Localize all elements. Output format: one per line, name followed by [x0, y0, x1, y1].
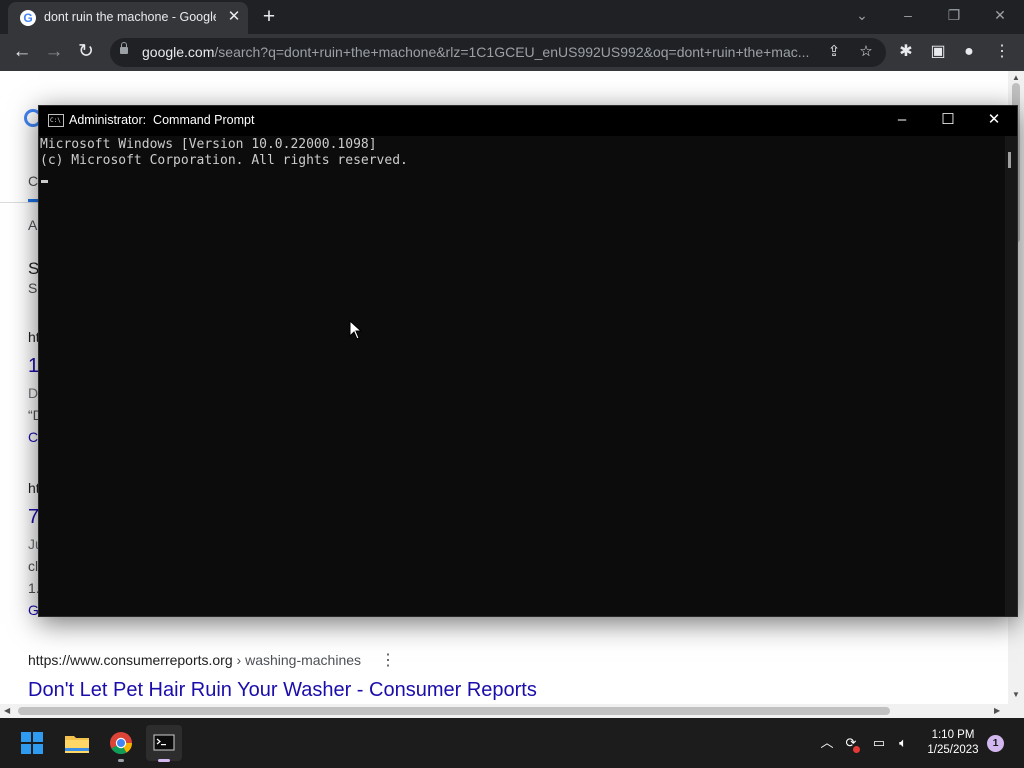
address-bar[interactable]: google.com/search?q=dont+ruin+the+machon… [110, 38, 886, 67]
windows-start-icon[interactable] [14, 725, 50, 761]
notification-badge[interactable]: 1 [987, 735, 1004, 752]
tab-title: dont ruin the machone - Google [44, 10, 216, 24]
scroll-up-icon[interactable]: ▲ [1012, 73, 1020, 82]
result-site: https://www.consumerreports.org [28, 652, 233, 668]
chevron-up-icon[interactable]: ︿ [818, 734, 836, 752]
cmd-scrollbar[interactable] [1005, 136, 1017, 616]
profile-icon[interactable]: ● [958, 41, 980, 63]
alert-dot [853, 746, 860, 753]
cmd-window-title: Administrator: Command Prompt [69, 113, 255, 127]
result-breadcrumb: › washing-machines [232, 652, 362, 668]
taskbar: ︿ ⟳ ▭ 🔈︎ 1:10 PM 1/25/2023 1 [0, 718, 1024, 768]
url-text[interactable]: google.com/search?q=dont+ruin+the+machon… [142, 44, 814, 60]
back-arrow-icon[interactable]: ← [9, 39, 35, 65]
terminal-icon[interactable] [146, 725, 182, 762]
mouse-pointer-icon [349, 320, 363, 340]
active-indicator [158, 759, 170, 762]
command-prompt-window[interactable]: C:\ Administrator: Command Prompt – ☐ ✕ … [38, 105, 1018, 617]
file-explorer-icon[interactable] [59, 725, 95, 761]
new-tab-button[interactable]: + [258, 6, 280, 28]
snippet-fragment: S [28, 280, 38, 296]
side-panel-icon[interactable]: ▣ [927, 41, 949, 63]
result-options-icon[interactable]: ⋮ [380, 650, 396, 670]
scroll-right-icon[interactable]: ▶ [994, 706, 1000, 715]
cmd-console[interactable]: Microsoft Windows [Version 10.0.22000.10… [39, 136, 1005, 616]
minimize-icon[interactable]: – [886, 0, 930, 32]
running-indicator [118, 759, 124, 762]
cmd-output: Microsoft Windows [Version 10.0.22000.10… [40, 137, 408, 168]
chrome-icon[interactable] [103, 725, 139, 762]
cmd-titlebar[interactable]: C:\ Administrator: Command Prompt – ☐ ✕ [39, 106, 1017, 136]
tab-search-chevron-icon[interactable]: ⌄ [840, 0, 884, 32]
page-horizontal-scrollbar[interactable]: ◀ ▶ [0, 704, 1024, 718]
scroll-thumb[interactable] [18, 707, 890, 715]
cmd-text-cursor [41, 180, 48, 183]
link-fragment[interactable]: C [28, 429, 38, 445]
restore-icon[interactable]: ❐ [932, 0, 976, 32]
scroll-left-icon[interactable]: ◀ [4, 706, 10, 715]
tab-close-icon[interactable]: ✕ [226, 9, 242, 25]
reload-icon[interactable]: ↻ [73, 39, 99, 65]
result-title-link[interactable]: Don't Let Pet Hair Ruin Your Washer - Co… [28, 679, 537, 702]
clock-date: 1/25/2023 [927, 744, 979, 756]
close-window-icon[interactable]: ✕ [978, 0, 1022, 32]
snippet-fragment: cl [28, 558, 39, 574]
taskbar-clock[interactable]: 1:10 PM 1/25/2023 [918, 728, 988, 758]
url-host: google.com [142, 44, 215, 60]
divider [0, 202, 40, 203]
cmd-close-icon[interactable]: ✕ [971, 106, 1017, 136]
scroll-down-icon[interactable]: ▼ [1012, 690, 1020, 699]
result-url[interactable]: https://www.consumerreports.org › washin… [28, 652, 361, 668]
more-menu-icon[interactable]: ⋮ [991, 41, 1013, 63]
cmd-maximize-icon[interactable]: ☐ [925, 106, 971, 136]
google-favicon-icon: G [20, 10, 36, 26]
browser-tab[interactable]: G dont ruin the machone - Google ✕ [8, 2, 248, 34]
lock-icon[interactable] [120, 42, 128, 54]
forward-arrow-icon[interactable]: → [41, 39, 67, 65]
network-icon[interactable]: ▭ [870, 734, 888, 752]
extensions-puzzle-icon[interactable]: ✱ [895, 41, 917, 63]
browser-tab-strip: G dont ruin the machone - Google ✕ + ⌄ –… [0, 0, 1024, 34]
result-stats-fragment: A [28, 217, 38, 233]
cmd-scroll-thumb[interactable] [1008, 152, 1011, 168]
browser-toolbar: ← → ↻ google.com/search?q=dont+ruin+the+… [0, 34, 1024, 71]
snippet-fragment: D [28, 385, 39, 401]
tab-fragment[interactable]: C [28, 173, 38, 189]
cmd-app-icon: C:\ [48, 114, 64, 127]
cmd-minimize-icon[interactable]: – [879, 106, 925, 136]
volume-icon[interactable]: 🔈︎ [894, 734, 912, 752]
clock-time: 1:10 PM [931, 729, 975, 741]
star-bookmark-icon[interactable]: ☆ [856, 42, 876, 62]
share-icon[interactable]: ⇪ [824, 42, 844, 62]
url-path: /search?q=dont+ruin+the+machone&rlz=1C1G… [214, 44, 810, 60]
